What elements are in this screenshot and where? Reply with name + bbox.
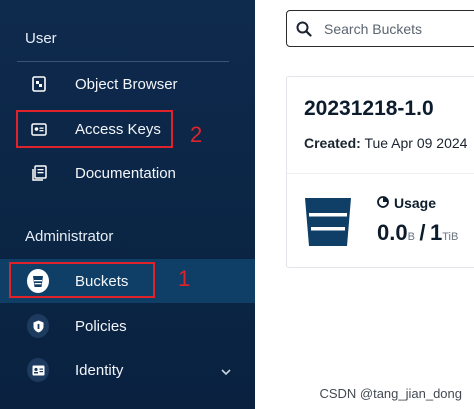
annotation-box-buckets: [9, 262, 155, 298]
watermark: CSDN @tang_jian_dong: [319, 386, 462, 401]
usage-label: Usage: [377, 195, 436, 211]
documentation-icon: [28, 162, 50, 184]
created-info: Created: Tue Apr 09 2024: [304, 135, 467, 151]
identity-icon: [27, 358, 49, 382]
quota-unit: TiB: [442, 231, 459, 243]
annotation-number-1: 1: [178, 266, 191, 291]
usage-value: 0.0B / 1TiB: [377, 220, 458, 246]
bucket-large-icon: [304, 197, 352, 252]
created-label: Created:: [304, 135, 361, 151]
sidebar-item-identity[interactable]: Identity: [0, 348, 255, 392]
created-value: Tue Apr 09 2024: [364, 135, 468, 151]
annotation-number-2: 2: [190, 122, 203, 147]
sidebar-item-object-browser[interactable]: Object Browser: [0, 62, 255, 106]
sidebar-item-documentation[interactable]: Documentation: [0, 151, 255, 195]
section-title-administrator: Administrator: [25, 228, 114, 245]
sidebar-item-label: Policies: [75, 317, 127, 335]
chevron-down-icon[interactable]: [221, 363, 231, 381]
search-input[interactable]: Search Buckets: [286, 10, 474, 47]
sidebar-item-label: Documentation: [75, 164, 176, 182]
quota-amount: 1: [429, 220, 443, 245]
sidebar-item-label: Identity: [75, 361, 124, 379]
sidebar-item-label: Object Browser: [75, 75, 178, 93]
bucket-name[interactable]: 20231218-1.0: [304, 97, 434, 121]
usage-separator: /: [419, 220, 426, 245]
section-title-user: User: [25, 30, 57, 47]
search-placeholder: Search Buckets: [324, 21, 423, 37]
annotation-box-access-keys: [16, 110, 173, 148]
usage-amount: 0.0: [377, 220, 408, 245]
object-browser-icon: [28, 73, 50, 95]
card-divider: [287, 173, 474, 174]
sidebar: User Object Browser Access Keys Document…: [0, 0, 255, 409]
pie-chart-icon: [377, 195, 389, 211]
search-icon: [296, 21, 312, 42]
main-content: Search Buckets 20231218-1.0 Created: Tue…: [255, 0, 474, 409]
usage-label-text: Usage: [394, 195, 437, 211]
sidebar-item-policies[interactable]: Policies: [0, 304, 255, 348]
bucket-card[interactable]: 20231218-1.0 Created: Tue Apr 09 2024 Us…: [286, 76, 474, 268]
shield-icon: [27, 314, 49, 338]
usage-unit: B: [407, 231, 415, 243]
